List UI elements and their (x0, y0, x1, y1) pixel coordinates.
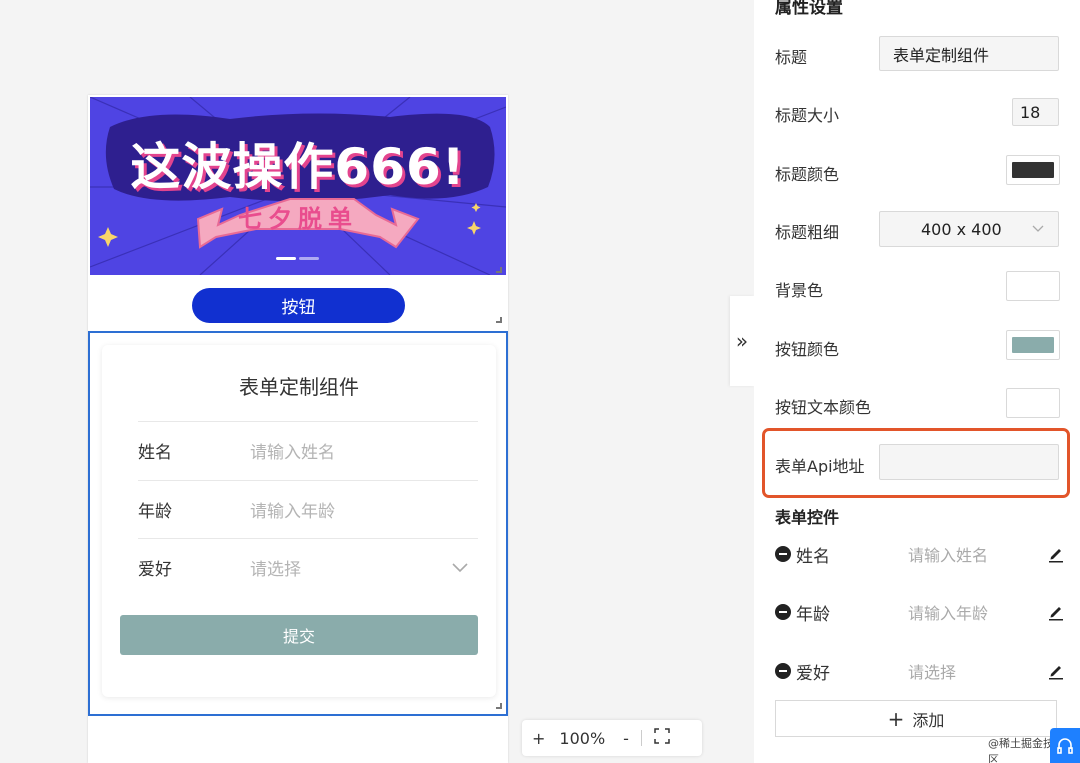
title-color-picker[interactable] (1006, 155, 1060, 185)
preview-button[interactable]: 按钮 (192, 288, 405, 323)
remove-icon[interactable] (775, 546, 791, 562)
toolbar-divider (640, 730, 642, 746)
btn-color-picker[interactable] (1006, 330, 1060, 360)
title-weight-value: 400 x 400 (921, 219, 1002, 239)
controls-section-title: 表单控件 (775, 508, 840, 527)
control-item: 年龄 请输入年龄 (775, 600, 1065, 625)
edit-icon[interactable] (1047, 662, 1065, 680)
prop-label-api: 表单Api地址 (775, 457, 865, 476)
carousel-dot[interactable] (299, 257, 319, 260)
control-item: 姓名 请输入姓名 (775, 542, 1065, 567)
panel-title: 属性设置 (775, 0, 843, 18)
help-icon[interactable] (1050, 728, 1080, 763)
name-input[interactable]: 请输入姓名 (250, 438, 478, 463)
property-panel: 属性设置 标题 表单定制组件 标题大小 18 标题颜色 标题粗细 400 x 4… (754, 0, 1080, 763)
fullscreen-icon[interactable] (654, 728, 670, 748)
title-size-input[interactable]: 18 (1012, 98, 1059, 126)
prop-label-title-weight: 标题粗细 (775, 223, 840, 242)
zoom-out-button[interactable]: - (623, 729, 629, 748)
zoom-in-button[interactable]: + (532, 729, 545, 748)
hobby-select[interactable]: 请选择 (250, 555, 452, 580)
prop-label-title-size: 标题大小 (775, 106, 840, 125)
prop-label-title-color: 标题颜色 (775, 165, 840, 184)
control-name: 姓名 (796, 546, 830, 567)
edit-icon[interactable] (1047, 545, 1065, 563)
prop-label-title: 标题 (775, 48, 808, 67)
form-row-name[interactable]: 姓名 请输入姓名 (138, 421, 478, 479)
control-placeholder: 请输入年龄 (908, 604, 989, 623)
title-input[interactable]: 表单定制组件 (879, 36, 1059, 71)
plus-icon: + (887, 706, 905, 731)
chevron-down-icon[interactable] (452, 558, 478, 577)
color-swatch (1012, 278, 1054, 294)
form-row-hobby[interactable]: 爱好 请选择 (138, 538, 478, 596)
remove-icon[interactable] (775, 604, 791, 620)
title-weight-select[interactable]: 400 x 400 (879, 211, 1059, 247)
color-swatch (1012, 395, 1054, 411)
form-label: 爱好 (138, 560, 172, 580)
remove-icon[interactable] (775, 663, 791, 679)
btn-text-color-picker[interactable] (1006, 388, 1060, 418)
color-swatch (1012, 162, 1054, 178)
add-control-button[interactable]: + 添加 (775, 700, 1057, 737)
control-name: 爱好 (796, 663, 830, 684)
control-placeholder: 请输入姓名 (908, 546, 989, 565)
prop-label-btn-text-color: 按钮文本颜色 (775, 398, 872, 417)
resize-handle-icon[interactable] (496, 703, 502, 709)
form-label: 年龄 (138, 502, 172, 522)
submit-button[interactable]: 提交 (120, 615, 478, 655)
control-item: 爱好 请选择 (775, 659, 1065, 684)
chevron-down-icon (1032, 225, 1044, 232)
prop-label-bg-color: 背景色 (775, 281, 824, 300)
carousel-dots (276, 257, 319, 260)
collapse-panel-button[interactable]: » (730, 296, 754, 386)
zoom-level: 100% (559, 728, 606, 748)
age-input[interactable]: 请输入年龄 (250, 497, 478, 522)
zoom-toolbar: + 100% - (522, 720, 702, 756)
banner-title: 这波操作666! (130, 138, 466, 196)
carousel-dot-active[interactable] (276, 257, 296, 260)
banner-image[interactable]: 这波操作666! 七夕脱单 (90, 97, 506, 275)
form-row-age[interactable]: 年龄 请输入年龄 (138, 480, 478, 538)
banner-subtitle: 七夕脱单 (238, 205, 358, 233)
api-url-input[interactable] (879, 444, 1059, 480)
color-swatch (1012, 337, 1054, 353)
prop-label-btn-color: 按钮颜色 (775, 340, 840, 359)
form-component-selected[interactable]: 表单定制组件 姓名 请输入姓名 年龄 请输入年龄 爱好 请选择 提交 (88, 331, 508, 716)
form-label: 姓名 (138, 443, 172, 463)
form-card: 表单定制组件 姓名 请输入姓名 年龄 请输入年龄 爱好 请选择 提交 (102, 345, 496, 697)
form-title: 表单定制组件 (239, 375, 359, 399)
control-placeholder: 请选择 (908, 663, 957, 682)
add-label: 添加 (912, 710, 945, 730)
resize-handle-icon[interactable] (496, 317, 502, 323)
control-name: 年龄 (796, 604, 830, 625)
phone-preview: 这波操作666! 七夕脱单 按钮 表单定制组件 姓名 请输入姓名 年龄 请输入年… (88, 95, 508, 763)
edit-icon[interactable] (1047, 603, 1065, 621)
bg-color-picker[interactable] (1006, 271, 1060, 301)
resize-handle-icon[interactable] (496, 267, 502, 273)
